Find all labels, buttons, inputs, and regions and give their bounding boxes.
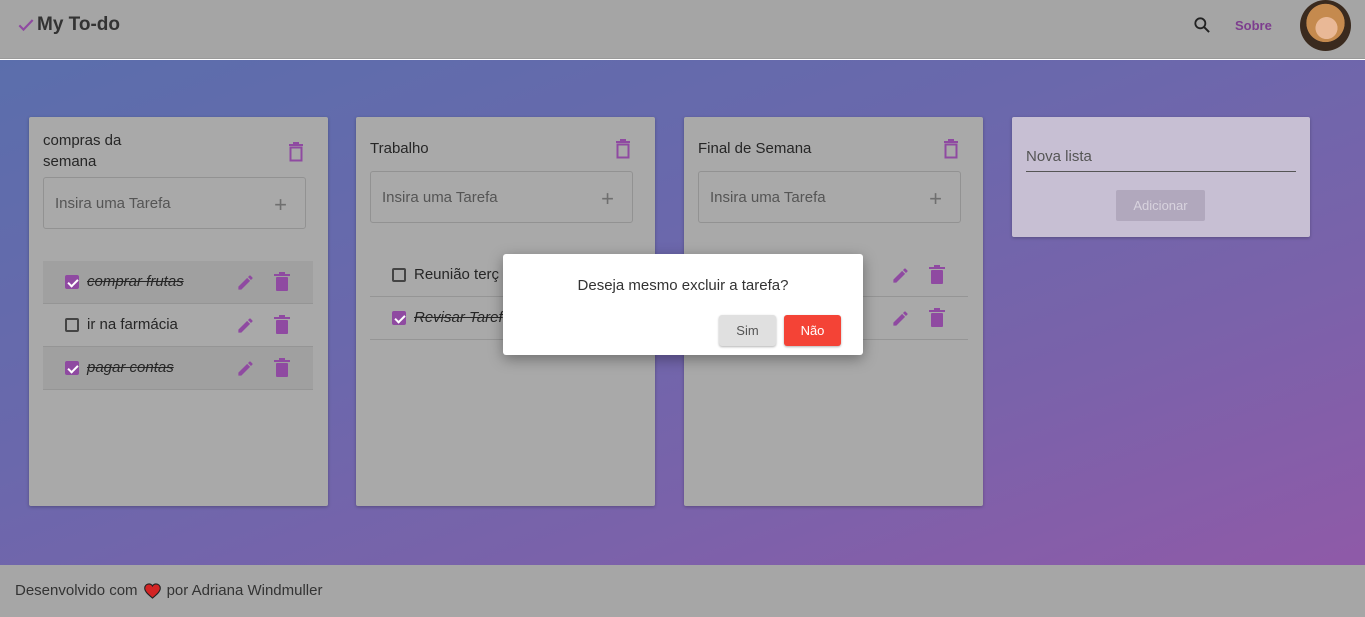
task-row: ir na farmácia xyxy=(43,304,313,347)
list-card-compras: compras da semana Insira uma Tarefa + co… xyxy=(29,117,328,506)
add-task-icon[interactable]: + xyxy=(929,186,942,212)
task-input[interactable]: Insira uma Tarefa + xyxy=(370,171,633,223)
list-title: Final de Semana xyxy=(698,140,812,157)
sobre-link[interactable]: Sobre xyxy=(1235,18,1272,33)
list-title: compras da semana xyxy=(43,132,122,170)
edit-icon[interactable] xyxy=(891,266,910,285)
task-input[interactable]: Insira uma Tarefa + xyxy=(698,171,961,223)
trash-icon[interactable] xyxy=(929,308,945,327)
confirm-yes-button[interactable]: Sim xyxy=(719,315,776,346)
trash-icon[interactable] xyxy=(274,272,290,291)
delete-list-icon[interactable] xyxy=(942,139,960,159)
add-task-icon[interactable]: + xyxy=(274,192,287,218)
add-task-icon[interactable]: + xyxy=(601,186,614,212)
add-list-button[interactable]: Adicionar xyxy=(1116,190,1205,221)
task-input[interactable]: Insira uma Tarefa + xyxy=(43,177,306,229)
confirm-no-button[interactable]: Não xyxy=(784,315,841,346)
trash-icon[interactable] xyxy=(929,265,945,284)
task-checkbox[interactable] xyxy=(65,361,79,375)
edit-icon[interactable] xyxy=(891,309,910,328)
trash-icon[interactable] xyxy=(274,315,290,334)
task-checkbox[interactable] xyxy=(392,268,406,282)
footer: Desenvolvido com por Adriana Windmuller xyxy=(0,565,1365,617)
app-title: My To-do xyxy=(37,14,121,35)
avatar[interactable] xyxy=(1300,0,1351,51)
new-list-input[interactable]: Nova lista xyxy=(1026,148,1296,172)
new-list-card: Nova lista Adicionar xyxy=(1012,117,1310,237)
delete-list-icon[interactable] xyxy=(614,139,632,159)
edit-icon[interactable] xyxy=(236,316,255,335)
trash-icon[interactable] xyxy=(274,358,290,377)
dialog-message: Deseja mesmo excluir a tarefa? xyxy=(577,277,789,294)
confirm-delete-dialog: Deseja mesmo excluir a tarefa? Sim Não xyxy=(503,254,863,355)
task-checkbox[interactable] xyxy=(392,311,406,325)
edit-icon[interactable] xyxy=(236,359,255,378)
task-row: comprar frutas xyxy=(43,261,313,304)
task-checkbox[interactable] xyxy=(65,275,79,289)
brand[interactable]: My To-do xyxy=(16,14,120,36)
heart-icon xyxy=(143,582,161,599)
delete-list-icon[interactable] xyxy=(287,142,305,162)
search-icon[interactable] xyxy=(1192,15,1212,35)
app-header: My To-do Sobre xyxy=(0,0,1365,59)
task-checkbox[interactable] xyxy=(65,318,79,332)
task-row: pagar contas xyxy=(43,347,313,390)
footer-credit: Desenvolvido com por Adriana Windmuller xyxy=(15,582,323,599)
check-icon xyxy=(18,19,34,32)
list-title: Trabalho xyxy=(370,140,429,157)
edit-icon[interactable] xyxy=(236,273,255,292)
